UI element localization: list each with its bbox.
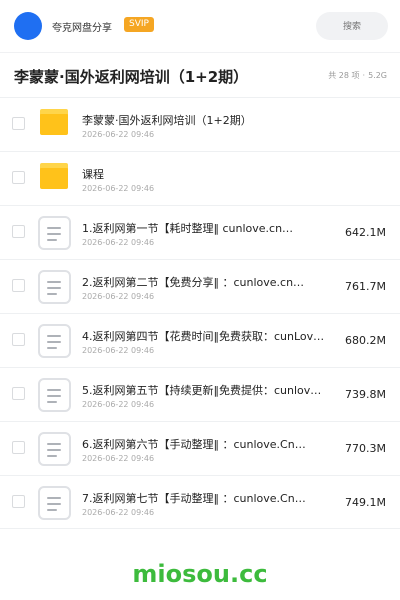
folder-icon	[40, 109, 68, 135]
document-icon	[38, 486, 71, 520]
select-checkbox[interactable]	[12, 495, 25, 508]
item-size: 770.3M	[345, 442, 386, 455]
item-size: 749.1M	[345, 496, 386, 509]
document-icon	[38, 216, 71, 250]
item-date: 2026-06-22 09:46	[82, 346, 155, 355]
list-item[interactable]: 5.返利网第五节【持续更新‖免费提供：cunlov… 2026-06-22 09…	[0, 367, 400, 421]
app-header: 夸克网盘分享 SVIP	[0, 0, 400, 52]
item-size: 739.8M	[345, 388, 386, 401]
item-name: 课程	[82, 168, 104, 181]
list-item[interactable]: 1.返利网第一节【耗时整理‖ cunlove.cn… 2026-06-22 09…	[0, 205, 400, 259]
select-checkbox[interactable]	[12, 117, 25, 130]
avatar[interactable]	[14, 12, 42, 40]
item-date: 2026-06-22 09:46	[82, 454, 155, 463]
app-name: 夸克网盘分享	[52, 23, 112, 34]
item-name: 1.返利网第一节【耗时整理‖ cunlove.cn…	[82, 222, 294, 235]
meta-separator: ·	[362, 71, 366, 80]
document-icon	[38, 270, 71, 304]
item-date: 2026-06-22 09:46	[82, 238, 155, 247]
page-title: 李蒙蒙·国外返利网培训（1+2期）	[14, 68, 249, 86]
item-name: 4.返利网第四节【花费时间‖免费获取：cunLov…	[82, 330, 325, 343]
svip-badge: SVIP	[124, 17, 154, 32]
select-checkbox[interactable]	[12, 441, 25, 454]
item-name: 李蒙蒙·国外返利网培训（1+2期）	[82, 114, 252, 127]
document-icon	[38, 378, 71, 412]
document-icon	[38, 324, 71, 358]
folder-icon	[40, 163, 68, 189]
list-item[interactable]: 6.返利网第六节【手动整理‖ ：cunlove.Cn… 2026-06-22 0…	[0, 421, 400, 475]
item-date: 2026-06-22 09:46	[82, 508, 155, 517]
item-date: 2026-06-22 09:46	[82, 292, 155, 301]
search-input[interactable]	[316, 12, 388, 40]
select-checkbox[interactable]	[12, 387, 25, 400]
select-checkbox[interactable]	[12, 171, 25, 184]
item-size: 642.1M	[345, 226, 386, 239]
item-date: 2026-06-22 09:46	[82, 130, 155, 139]
item-date: 2026-06-22 09:46	[82, 184, 155, 193]
item-name: 6.返利网第六节【手动整理‖ ：cunlove.Cn…	[82, 438, 306, 451]
item-name: 5.返利网第五节【持续更新‖免费提供：cunlov…	[82, 384, 322, 397]
item-date: 2026-06-22 09:46	[82, 400, 155, 409]
folder-size: 5.2G	[368, 71, 387, 80]
list-item[interactable]: 7.返利网第七节【手动整理‖ ：cunlove.Cn… 2026-06-22 0…	[0, 475, 400, 529]
select-checkbox[interactable]	[12, 333, 25, 346]
list-item[interactable]: 4.返利网第四节【花费时间‖免费获取：cunLov… 2026-06-22 09…	[0, 313, 400, 367]
list-item[interactable]: 课程 2026-06-22 09:46	[0, 151, 400, 205]
item-count: 共 28 项	[328, 71, 360, 80]
file-list: 李蒙蒙·国外返利网培训（1+2期） 2026-06-22 09:46 课程 20…	[0, 97, 400, 529]
item-name: 7.返利网第七节【手动整理‖ ：cunlove.Cn…	[82, 492, 306, 505]
folder-title-row: 李蒙蒙·国外返利网培训（1+2期） 共 28 项 · 5.2G	[0, 53, 400, 97]
list-item[interactable]: 2.返利网第二节【免费分享‖ ：cunlove.cn… 2026-06-22 0…	[0, 259, 400, 313]
select-checkbox[interactable]	[12, 225, 25, 238]
select-checkbox[interactable]	[12, 279, 25, 292]
list-item[interactable]: 李蒙蒙·国外返利网培训（1+2期） 2026-06-22 09:46	[0, 97, 400, 151]
folder-meta: 共 28 项 · 5.2G	[325, 70, 387, 81]
item-size: 680.2M	[345, 334, 386, 347]
watermark: miosou.cc	[132, 560, 268, 588]
item-size: 761.7M	[345, 280, 386, 293]
item-name: 2.返利网第二节【免费分享‖ ：cunlove.cn…	[82, 276, 305, 289]
document-icon	[38, 432, 71, 466]
